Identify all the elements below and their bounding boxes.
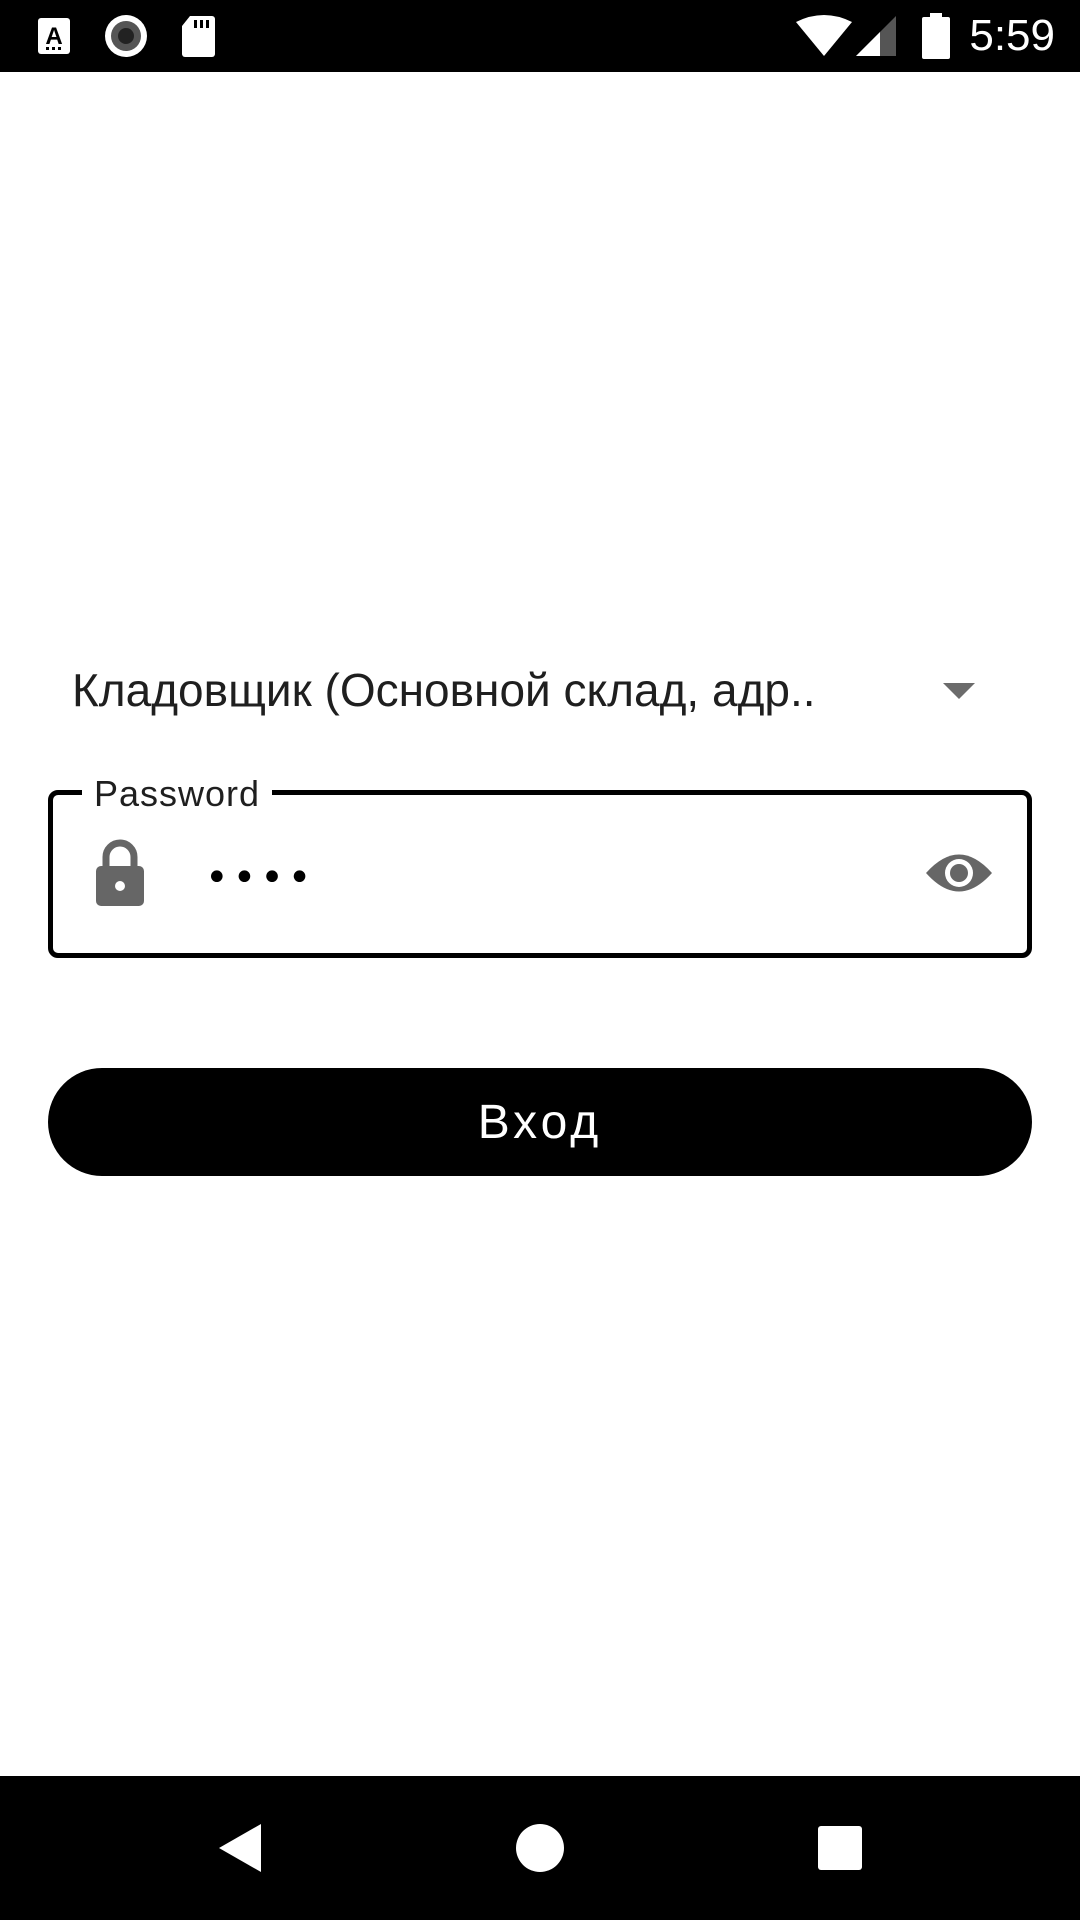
svg-text:A: A bbox=[45, 23, 62, 50]
status-bar: A 5:59 bbox=[0, 0, 1080, 72]
role-dropdown-value: Кладовщик (Основной склад, адр.. bbox=[72, 664, 816, 716]
recents-icon[interactable] bbox=[770, 1776, 910, 1920]
login-button[interactable]: Вход bbox=[48, 1068, 1032, 1176]
battery-icon bbox=[920, 0, 952, 72]
password-label: Password bbox=[82, 770, 273, 818]
eye-icon[interactable] bbox=[924, 848, 994, 898]
password-input[interactable]: •••• bbox=[205, 850, 315, 906]
lock-icon bbox=[94, 838, 146, 908]
font-notification-icon: A bbox=[36, 0, 72, 72]
record-icon bbox=[104, 0, 148, 72]
cellular-signal-icon bbox=[854, 0, 898, 72]
dropdown-arrow-icon bbox=[943, 683, 975, 699]
back-icon[interactable] bbox=[170, 1776, 310, 1920]
wifi-icon bbox=[796, 0, 852, 72]
sd-card-icon bbox=[180, 0, 216, 72]
home-icon[interactable] bbox=[470, 1776, 610, 1920]
navigation-bar bbox=[0, 1776, 1080, 1920]
role-dropdown[interactable]: Кладовщик (Основной склад, адр.. bbox=[72, 650, 992, 730]
status-time: 5:59 bbox=[969, 11, 1055, 60]
